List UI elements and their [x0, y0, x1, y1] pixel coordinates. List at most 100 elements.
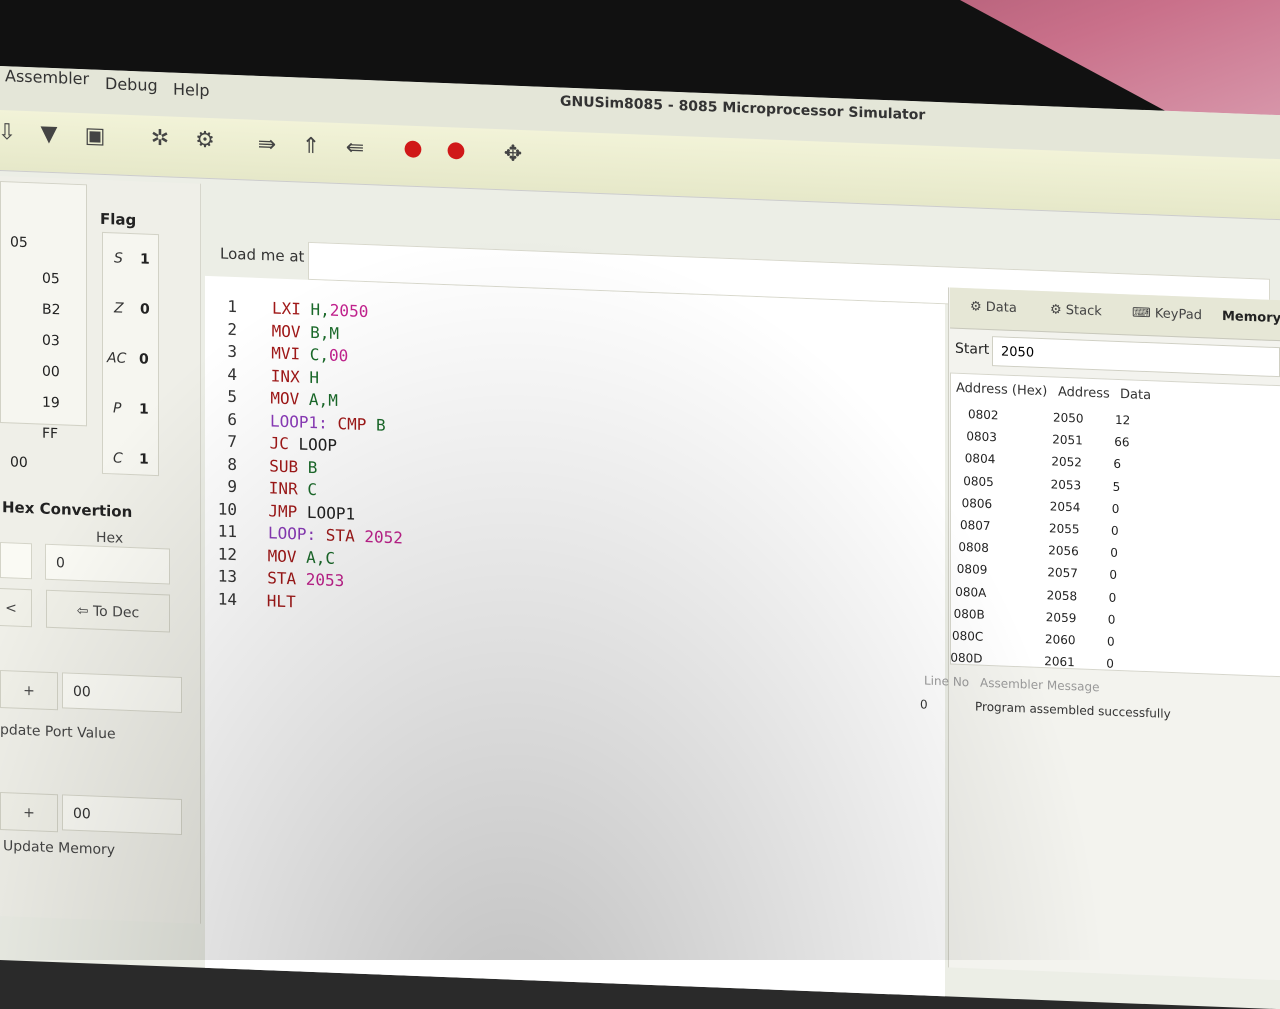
code-line[interactable]: STA 2053 — [267, 568, 344, 590]
memory-address[interactable]: 2051 — [1052, 433, 1083, 448]
memory-data[interactable]: 0 — [1106, 657, 1114, 671]
flag-value: 0 — [139, 351, 149, 368]
tab-memory[interactable]: Memory — [1222, 309, 1280, 326]
flag-value: 1 — [139, 401, 149, 418]
code-line[interactable]: SUB B — [269, 456, 317, 477]
tab-data[interactable]: ⚙ Data — [970, 299, 1017, 316]
memory-data[interactable]: 5 — [1113, 479, 1121, 493]
memory-address[interactable]: 2055 — [1049, 521, 1080, 536]
code-token: STA — [267, 568, 306, 589]
to-dec-button[interactable]: ⇦ To Dec — [46, 589, 170, 633]
message-header: Line No — [924, 673, 970, 690]
stop-icon[interactable]: ● — [441, 135, 471, 166]
line-number: 13 — [217, 566, 237, 587]
code-line[interactable]: INR C — [269, 478, 317, 499]
code-token: C — [307, 479, 317, 500]
memory-data[interactable]: 0 — [1110, 546, 1118, 560]
memory-address[interactable]: 2054 — [1050, 499, 1081, 514]
memory-plus-button[interactable]: + — [0, 792, 58, 833]
memory-data[interactable]: 12 — [1115, 413, 1130, 428]
flag-name: AC — [107, 350, 127, 367]
code-line[interactable]: INX H — [271, 366, 319, 387]
line-number: 14 — [217, 588, 237, 609]
memory-address[interactable]: 2060 — [1045, 632, 1076, 647]
memory-address[interactable]: 2059 — [1046, 610, 1077, 625]
memory-address-hex[interactable]: 0802 — [968, 407, 999, 422]
memory-address[interactable]: 2058 — [1047, 588, 1078, 603]
line-number: 8 — [227, 454, 237, 474]
execute-icon[interactable]: ⚙ — [190, 125, 220, 156]
memory-address-hex[interactable]: 080D — [950, 651, 982, 666]
port-value-input[interactable]: 00 — [62, 672, 182, 713]
memory-data[interactable]: 66 — [1114, 435, 1129, 450]
memory-address[interactable]: 2056 — [1048, 543, 1079, 558]
menu-help[interactable]: Help — [173, 80, 209, 100]
move-icon[interactable]: ✥ — [498, 139, 528, 170]
code-line[interactable]: MOV A,M — [270, 388, 337, 410]
memory-address-hex[interactable]: 080A — [955, 584, 986, 599]
code-token: INX — [270, 365, 310, 387]
code-token: B — [375, 414, 386, 435]
data-icon: ⚙ — [970, 299, 986, 315]
step-out-icon[interactable]: ⇚ — [340, 133, 370, 164]
hex-label: Hex — [96, 529, 124, 547]
memory-data[interactable]: 0 — [1108, 612, 1116, 626]
to-hex-button[interactable]: < — [0, 587, 32, 628]
code-token: JC — [269, 433, 299, 454]
flag-name: S — [114, 250, 123, 267]
step-in-icon[interactable]: ⇛ — [252, 130, 282, 161]
code-token: INR — [268, 478, 308, 499]
memory-address-hex[interactable]: 080C — [952, 629, 983, 644]
tab-stack[interactable]: ⚙ Stack — [1050, 302, 1102, 319]
code-line[interactable]: HLT — [267, 591, 296, 611]
memory-address-hex[interactable]: 080B — [954, 606, 985, 621]
register-value: B2 — [42, 301, 61, 319]
code-line[interactable]: MVI C,00 — [271, 343, 348, 365]
step-over-icon[interactable]: ⇑ — [296, 131, 326, 162]
memory-address-hex[interactable]: 0807 — [960, 518, 991, 533]
memory-address-hex[interactable]: 0808 — [958, 540, 989, 555]
breakpoint-icon[interactable]: ● — [398, 133, 428, 164]
memory-address-hex[interactable]: 0805 — [963, 474, 994, 489]
register-bottom-value: 00 — [10, 454, 28, 472]
memory-address-hex[interactable]: 0804 — [965, 451, 996, 466]
code-token: SUB — [269, 455, 308, 477]
assemble-icon[interactable]: ✲ — [145, 124, 175, 155]
memory-address[interactable]: 2050 — [1053, 410, 1084, 425]
memory-address[interactable]: 2053 — [1051, 477, 1082, 492]
menu-debug[interactable]: Debug — [105, 74, 158, 95]
line-number: 11 — [217, 521, 237, 542]
memory-data[interactable]: 0 — [1109, 590, 1117, 604]
port-plus-button[interactable]: + — [0, 670, 58, 711]
menu-assembler[interactable]: Assembler — [5, 66, 89, 88]
message-line-no: 0 — [920, 697, 928, 712]
tab-keypad[interactable]: ⌨ KeyPad — [1132, 305, 1202, 323]
code-token: JMP — [268, 500, 307, 522]
save-icon[interactable]: ▼ — [34, 119, 64, 150]
code-line[interactable]: MOV B,M — [272, 321, 339, 343]
memory-address-hex[interactable]: 0809 — [957, 562, 988, 577]
memory-data[interactable]: 0 — [1107, 635, 1115, 649]
memory-data[interactable]: 0 — [1109, 568, 1117, 582]
print-icon[interactable]: ▣ — [80, 121, 110, 152]
memory-address-hex[interactable]: 0803 — [966, 429, 997, 444]
dec-input[interactable] — [0, 542, 32, 580]
memory-address[interactable]: 2052 — [1051, 455, 1082, 470]
memory-data[interactable]: 6 — [1113, 457, 1121, 471]
code-line[interactable]: MOV A,C — [268, 546, 335, 568]
code-token: HLT — [266, 590, 296, 611]
code-token: A,C — [306, 547, 336, 568]
memory-address-hex[interactable]: 0806 — [962, 496, 993, 511]
memory-value-input[interactable]: 00 — [62, 794, 182, 835]
code-line[interactable]: JMP LOOP1 — [268, 501, 355, 523]
code-token: C, — [309, 344, 329, 365]
memory-address[interactable]: 2061 — [1044, 654, 1075, 669]
memory-data[interactable]: 0 — [1111, 524, 1119, 538]
app-window: Assembler Debug Help GNUSim8085 - 8085 M… — [0, 66, 1280, 1009]
code-line[interactable]: LXI H,2050 — [272, 298, 368, 321]
memory-address[interactable]: 2057 — [1047, 566, 1078, 581]
code-line[interactable]: JC LOOP — [270, 433, 337, 455]
hex-input[interactable]: 0 — [45, 543, 170, 585]
memory-data[interactable]: 0 — [1112, 502, 1120, 516]
open-file-icon[interactable]: ⇩ — [0, 118, 22, 149]
